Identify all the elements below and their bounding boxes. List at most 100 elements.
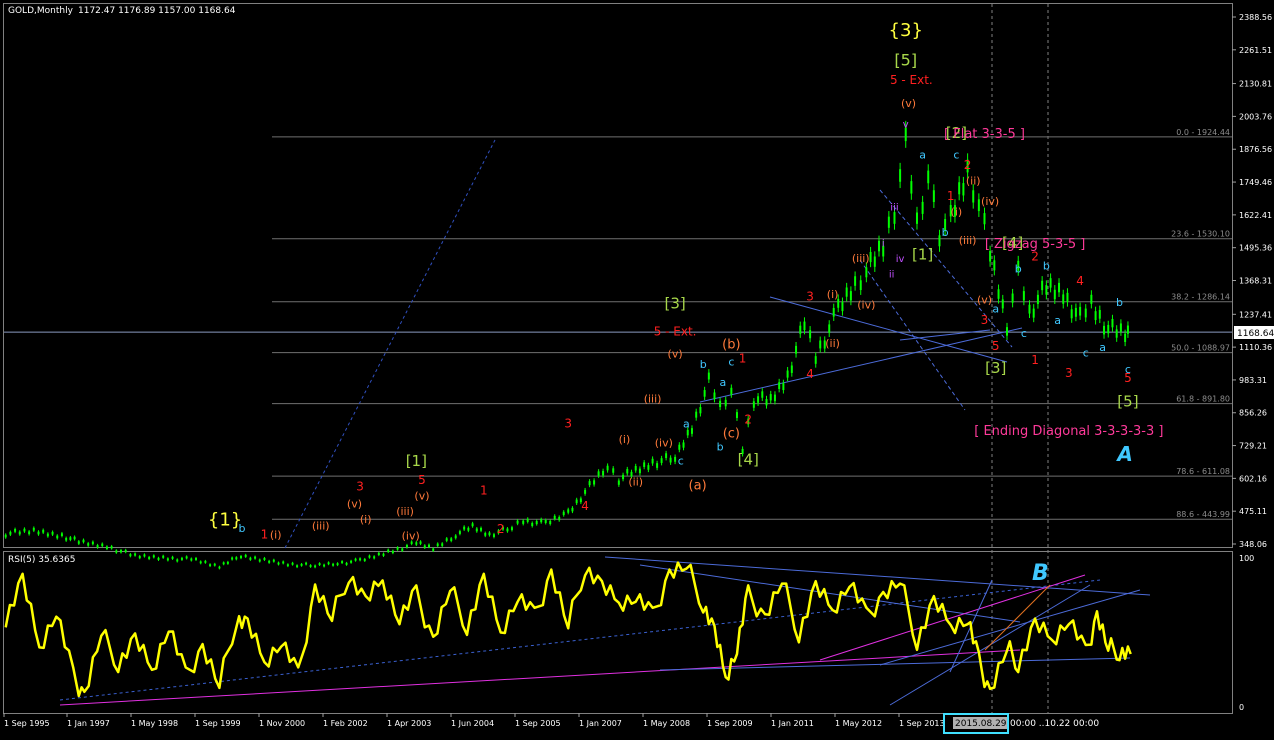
price-candle-body — [282, 561, 285, 564]
price-candle-body — [828, 324, 831, 333]
price-candle-body — [544, 519, 547, 524]
price-candle-body — [562, 511, 565, 516]
price-candle-body — [849, 291, 852, 301]
price-candle-body — [1079, 306, 1082, 316]
price-candle-body — [854, 276, 857, 286]
wave-label: (iii) — [312, 519, 330, 532]
price-candle-body — [1022, 291, 1025, 301]
price-candle-body — [782, 383, 785, 391]
price-candle-body — [665, 453, 668, 459]
price-candle-body — [134, 553, 137, 556]
rsi-trend-top — [604, 556, 1151, 596]
price-candle-body — [795, 345, 798, 354]
price-candle-body — [893, 212, 896, 224]
price-candle-body — [765, 398, 768, 406]
price-candle-body — [249, 557, 252, 560]
price-candle-body — [291, 562, 294, 565]
wave-label: c — [1083, 346, 1089, 359]
price-candle-body — [958, 182, 961, 195]
price-candle-body — [231, 557, 234, 560]
price-candle-body — [622, 474, 625, 480]
price-tick-label: 1368.31 — [1239, 277, 1272, 286]
price-candle-body — [699, 407, 702, 414]
fib-label-2: 38.2 - 1286.14 — [1171, 293, 1230, 302]
price-candle-body — [626, 469, 629, 474]
price-candle-body — [129, 554, 132, 557]
wave-label: (i) — [951, 205, 963, 218]
price-candle-body — [841, 302, 844, 312]
price-candle-body — [778, 382, 781, 389]
price-tick-label: 1110.36 — [1239, 343, 1272, 352]
price-candle-body — [993, 260, 996, 271]
wave-label: 3 — [981, 313, 989, 327]
time-tick-label: 1 Apr 2003 — [387, 719, 431, 728]
fib-label-4: 61.8 - 891.80 — [1176, 395, 1230, 404]
price-candle-body — [757, 396, 760, 403]
price-candle-body — [18, 531, 21, 535]
price-candle-body — [1084, 308, 1087, 318]
rsi-header: RSI(5) 35.6365 — [8, 555, 75, 565]
price-candle-body — [475, 528, 478, 532]
price-candle-body — [1049, 278, 1052, 288]
price-candle-body — [932, 190, 935, 203]
price-candle-body — [638, 468, 641, 474]
price-tick-label: 1495.36 — [1239, 244, 1272, 253]
chart-canvas[interactable]: GOLD,Monthly 1172.47 1176.89 1157.00 116… — [0, 0, 1274, 736]
price-tick-label: 1622.41 — [1239, 211, 1272, 220]
price-candle-body — [91, 541, 94, 545]
wave-label: 4 — [1076, 274, 1084, 288]
price-candle-body — [1119, 323, 1122, 332]
wave-label: (i) — [270, 528, 282, 541]
price-candle-body — [669, 457, 672, 463]
cursor-date-label: 2015.08.29 — [955, 719, 1007, 729]
price-candle-body — [391, 550, 394, 554]
wave-label: 5 — [1124, 371, 1132, 385]
time-tick-label: 1 Sep 1995 — [4, 719, 50, 728]
price-candle-body — [878, 240, 881, 252]
price-candle-body — [516, 520, 519, 524]
wave-label: (iii) — [959, 234, 977, 247]
wave-label: (ii) — [966, 175, 981, 188]
price-candle-body — [845, 287, 848, 297]
price-candle-body — [674, 456, 677, 462]
price-candle-body — [480, 527, 483, 531]
price-candle-body — [1126, 325, 1129, 334]
price-candle-body — [819, 340, 822, 349]
wave-label: b — [238, 522, 245, 535]
price-candle-body — [166, 558, 169, 561]
price-candle-body — [96, 545, 99, 548]
wave-label: 2 — [744, 412, 752, 426]
price-candle-body — [761, 391, 764, 398]
wave-label: v — [903, 120, 909, 131]
price-candle-body — [171, 556, 174, 559]
wave-label: c — [728, 355, 734, 368]
price-candle-body — [719, 400, 722, 408]
price-candle-body — [713, 392, 716, 400]
wave-label: 1 — [1031, 353, 1039, 367]
price-candle-body — [458, 531, 461, 534]
wave-label: (i) — [619, 433, 631, 446]
price-candle-body — [1032, 308, 1035, 318]
price-candle-body — [180, 557, 183, 560]
wave-label: a — [919, 149, 926, 162]
price-candle-body — [323, 564, 326, 567]
price-candle-body — [368, 555, 371, 558]
price-candle-body — [773, 394, 776, 402]
price-candle-body — [730, 387, 733, 395]
price-candle-body — [87, 543, 90, 546]
price-tick-label: 1237.41 — [1239, 310, 1272, 319]
price-candle-body — [300, 563, 303, 566]
price-candle-body — [471, 523, 474, 527]
price-candle-body — [1124, 333, 1127, 343]
price-candle-body — [989, 250, 992, 262]
wave-label: (iv) — [981, 195, 999, 208]
wave-annotations: {3}[5]5 - Ext.(v)v [2][ Flat 3-3-5 ]ca2(i… — [208, 20, 1164, 543]
price-candle-body — [1103, 325, 1106, 335]
price-candle-body — [162, 555, 165, 558]
price-candle-body — [218, 566, 221, 569]
price-candle-body — [226, 561, 229, 564]
price-candle-body — [492, 534, 495, 537]
price-candle-body — [148, 556, 151, 560]
trendlines — [284, 139, 1023, 549]
price-candle-body — [296, 565, 299, 568]
